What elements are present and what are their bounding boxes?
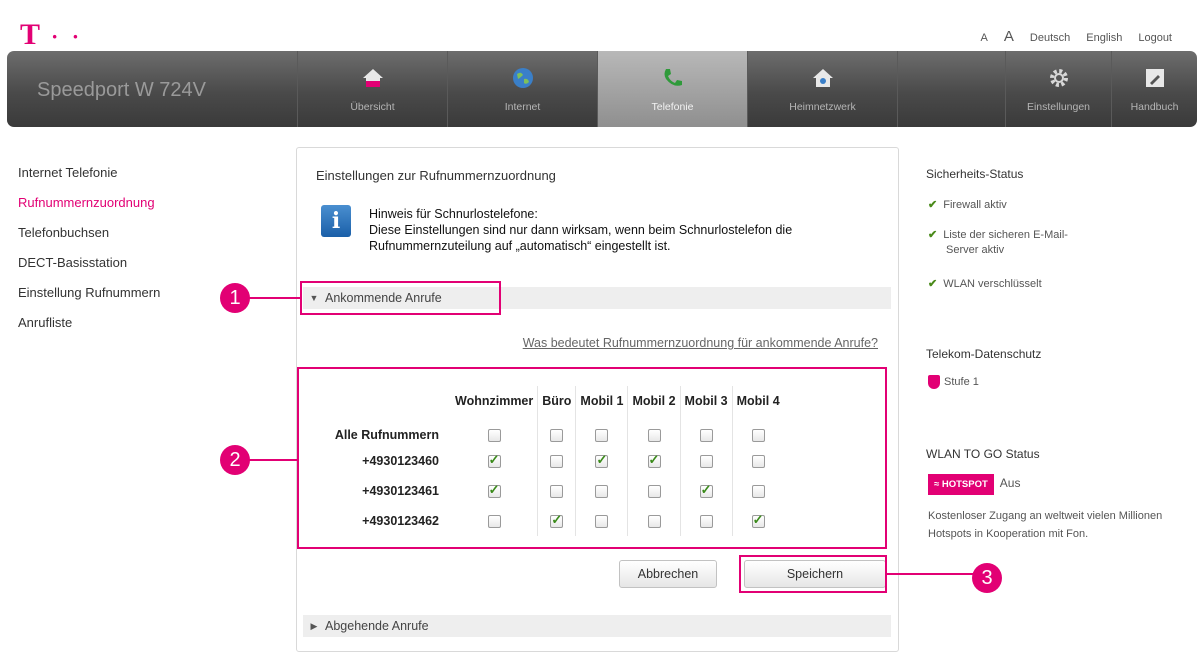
wlan-to-go-desc: Kostenloser Zugang an weltweit vielen Mi… — [928, 510, 1163, 540]
sidebar-nav: Internet Telefonie Rufnummernzuordnung T… — [18, 165, 160, 345]
nav-heimnetzwerk[interactable]: Heimnetzwerk — [747, 51, 897, 127]
info-icon: i — [321, 205, 351, 237]
security-status-title: Sicherheits-Status — [926, 167, 1024, 181]
house-icon — [360, 65, 386, 91]
highlight-assignment-table — [297, 367, 887, 549]
gear-icon — [1046, 65, 1072, 91]
sidebar-item-anrufliste[interactable]: Anrufliste — [18, 315, 160, 345]
check-icon: ✔ — [928, 229, 938, 241]
nav-label: Einstellungen — [1026, 101, 1091, 113]
nav-einstellungen[interactable]: Einstellungen — [1005, 51, 1111, 127]
section-label: Abgehende Anrufe — [325, 619, 429, 633]
callout-line-3 — [885, 573, 975, 575]
privacy-title: Telekom-Datenschutz — [926, 347, 1042, 361]
top-links: A A Deutsch English Logout — [981, 28, 1172, 45]
nav-label: Telefonie — [651, 101, 694, 113]
cancel-button[interactable]: Abbrechen — [619, 560, 717, 588]
nav-internet[interactable]: Internet — [447, 51, 597, 127]
security-item: ✔ WLAN verschlüsselt — [928, 277, 1042, 292]
highlight-save-button — [739, 555, 887, 593]
privacy-level-text: Stufe 1 — [944, 376, 979, 388]
outgoing-calls-section[interactable]: ▶ Abgehende Anrufe — [303, 615, 891, 637]
sidebar-item-dect-basisstation[interactable]: DECT-Basisstation — [18, 255, 160, 285]
sidebar-item-telefonbuchsen[interactable]: Telefonbuchsen — [18, 225, 160, 255]
callout-2: 2 — [220, 445, 250, 475]
nav-handbuch[interactable]: Handbuch — [1111, 51, 1197, 127]
telekom-logo: T · · — [20, 18, 83, 52]
phone-icon — [660, 65, 686, 91]
sidebar-item-einstellung-rufnummern[interactable]: Einstellung Rufnummern — [18, 285, 160, 315]
sidebar-item-internet-telefonie[interactable]: Internet Telefonie — [18, 165, 160, 195]
highlight-incoming-calls — [300, 281, 501, 315]
nav-label: Übersicht — [350, 101, 395, 113]
callout-line-1 — [246, 297, 302, 299]
logo-letter: T — [20, 18, 42, 51]
shield-icon — [928, 375, 940, 390]
hotspot-badge-text: HOTSPOT — [941, 479, 988, 490]
check-icon: ✔ — [928, 278, 938, 290]
main-nav: Speedport W 724V Übersicht Internet Tele… — [7, 51, 1197, 127]
nav-spacer — [897, 51, 1005, 127]
lang-english-link[interactable]: English — [1086, 32, 1122, 44]
faq-link[interactable]: Was bedeutet Rufnummernzuordnung für ank… — [523, 336, 878, 350]
wlan-to-go-status: ≈ HOTSPOT Aus — [928, 474, 1020, 495]
globe-icon — [510, 65, 536, 91]
callout-3: 3 — [972, 563, 1002, 593]
privacy-level[interactable]: Stufe 1 — [928, 375, 979, 390]
device-name: Speedport W 724V — [37, 79, 206, 101]
hint-text: Diese Einstellungen sind nur dann wirksa… — [369, 223, 793, 253]
security-item-text: Firewall aktiv — [943, 199, 1007, 211]
security-item-text: WLAN verschlüsselt — [943, 278, 1042, 290]
chevron-right-icon: ▶ — [310, 620, 318, 631]
hotspot-badge: ≈ HOTSPOT — [928, 474, 994, 495]
logo-dots: · · — [50, 24, 84, 49]
nav-uebersicht[interactable]: Übersicht — [297, 51, 447, 127]
lang-deutsch-link[interactable]: Deutsch — [1030, 32, 1070, 44]
hint-box: Hinweis für Schnurlostelefone: Diese Ein… — [369, 206, 889, 254]
nav-telefonie[interactable]: Telefonie — [597, 51, 747, 127]
font-large-link[interactable]: A — [1004, 28, 1014, 45]
security-item: ✔ Liste der sicheren E-Mail-Server aktiv — [928, 228, 1078, 258]
home-network-icon — [810, 65, 836, 91]
callout-1: 1 — [220, 283, 250, 313]
font-small-link[interactable]: A — [981, 32, 988, 44]
sidebar-item-rufnummernzuordnung[interactable]: Rufnummernzuordnung — [18, 195, 160, 225]
nav-label: Handbuch — [1130, 101, 1179, 113]
wlan-to-go-title: WLAN TO GO Status — [926, 447, 1040, 461]
security-item-text: Liste der sicheren E-Mail-Server aktiv — [943, 229, 1068, 256]
security-item: ✔ Firewall aktiv — [928, 198, 1007, 213]
nav-label: Heimnetzwerk — [789, 101, 856, 113]
hotspot-status: Aus — [999, 476, 1021, 490]
page-title: Einstellungen zur Rufnummernzuordnung — [316, 168, 556, 183]
manual-icon — [1142, 65, 1168, 91]
nav-label: Internet — [504, 101, 541, 113]
check-icon: ✔ — [928, 199, 938, 211]
callout-line-2 — [246, 459, 299, 461]
logout-link[interactable]: Logout — [1138, 32, 1172, 44]
hint-title: Hinweis für Schnurlostelefone: — [369, 207, 538, 221]
wifi-icon: ≈ — [934, 479, 942, 490]
